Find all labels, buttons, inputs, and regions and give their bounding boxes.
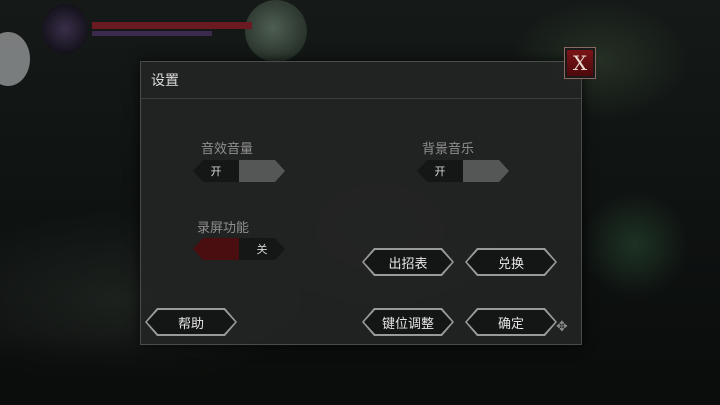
sound-effects-label: 音效音量 (201, 142, 254, 157)
help-label: 帮助 (147, 310, 235, 334)
redeem-button[interactable]: 兑换 (465, 248, 557, 276)
settings-dialog: 设置 音效音量 开 背景音乐 开 录屏功能 关 出招表 兑换 帮助 键位调整 确… (140, 61, 582, 345)
dialog-header: 设置 (141, 62, 581, 99)
dialog-title: 设置 (151, 73, 179, 89)
toggle-off-segment[interactable] (239, 160, 285, 182)
background-music-label: 背景音乐 (422, 142, 475, 157)
pause-button (0, 32, 30, 86)
key-config-button[interactable]: 键位调整 (362, 308, 454, 336)
help-button[interactable]: 帮助 (145, 308, 237, 336)
toggle-on-segment[interactable] (193, 238, 239, 260)
redeem-label: 兑换 (467, 250, 555, 274)
screen-record-label: 录屏功能 (197, 221, 250, 236)
background-music-toggle[interactable]: 开 (417, 160, 509, 182)
key-config-label: 键位调整 (364, 310, 452, 334)
background-glow (580, 190, 690, 300)
toggle-off-segment[interactable]: 关 (239, 238, 285, 260)
corner-ornament-icon: ✥ (556, 319, 568, 335)
toggle-on-segment[interactable]: 开 (417, 160, 463, 182)
sound-effects-toggle[interactable]: 开 (193, 160, 285, 182)
toggle-on-segment[interactable]: 开 (193, 160, 239, 182)
health-bar (92, 22, 252, 29)
background-moon (245, 0, 307, 62)
player-portrait (42, 4, 88, 54)
background-floor (0, 335, 720, 405)
confirm-button[interactable]: 确定 (465, 308, 557, 336)
moves-list-button[interactable]: 出招表 (362, 248, 454, 276)
confirm-label: 确定 (467, 310, 555, 334)
close-button[interactable]: X (564, 47, 596, 79)
moves-list-label: 出招表 (364, 250, 452, 274)
mana-bar (92, 31, 212, 36)
screen-record-toggle[interactable]: 关 (193, 238, 285, 260)
close-icon: X (572, 51, 588, 75)
toggle-off-segment[interactable] (463, 160, 509, 182)
